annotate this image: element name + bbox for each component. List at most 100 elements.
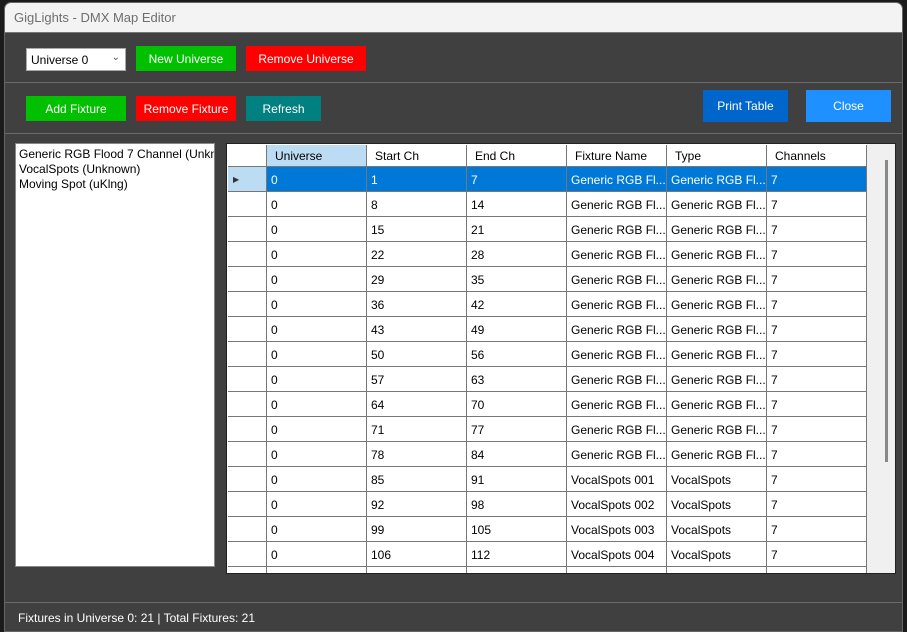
cell-universe[interactable]: 0 (267, 442, 367, 467)
cell-channels[interactable]: 7 (767, 292, 867, 317)
cell-universe[interactable]: 0 (267, 492, 367, 517)
cell-universe[interactable]: 0 (267, 292, 367, 317)
cell-universe[interactable]: 0 (267, 167, 367, 192)
cell-fixture-name[interactable]: Generic RGB Fl... (567, 267, 667, 292)
column-header-fixture-name[interactable]: Fixture Name (567, 145, 667, 167)
row-header[interactable] (228, 242, 267, 267)
cell-end-ch[interactable]: 77 (467, 417, 567, 442)
print-table-button[interactable]: Print Table (703, 90, 788, 122)
column-header-end-ch[interactable]: End Ch (467, 145, 567, 167)
cell-type[interactable] (667, 567, 767, 573)
cell-channels[interactable]: 7 (767, 342, 867, 367)
cell-fixture-name[interactable]: Generic RGB Fl... (567, 217, 667, 242)
cell-end-ch[interactable]: 98 (467, 492, 567, 517)
cell-start-ch[interactable]: 43 (367, 317, 467, 342)
cell-type[interactable]: Generic RGB Fl... (667, 417, 767, 442)
cell-universe[interactable] (267, 567, 367, 573)
cell-end-ch[interactable]: 28 (467, 242, 567, 267)
cell-universe[interactable]: 0 (267, 367, 367, 392)
cell-start-ch[interactable]: 64 (367, 392, 467, 417)
cell-channels[interactable]: 7 (767, 267, 867, 292)
remove-fixture-button[interactable]: Remove Fixture (136, 96, 236, 121)
table-row[interactable]: 0 50 56 Generic RGB Fl... Generic RGB Fl... 7 (228, 342, 867, 367)
cell-fixture-name[interactable]: Generic RGB Fl... (567, 417, 667, 442)
cell-start-ch[interactable]: 78 (367, 442, 467, 467)
cell-channels[interactable]: 7 (767, 217, 867, 242)
table-row[interactable]: 0 57 63 Generic RGB Fl... Generic RGB Fl... 7 (228, 367, 867, 392)
cell-channels[interactable]: 7 (767, 167, 867, 192)
row-header[interactable] (228, 567, 267, 573)
row-header[interactable] (228, 417, 267, 442)
row-header[interactable] (228, 317, 267, 342)
cell-start-ch[interactable]: 1 (367, 167, 467, 192)
new-universe-button[interactable]: New Universe (136, 46, 236, 71)
list-item[interactable]: VocalSpots (Unknown) (19, 162, 211, 177)
fixture-list[interactable]: Generic RGB Flood 7 Channel (Unknown) Vo… (15, 143, 215, 567)
cell-fixture-name[interactable] (567, 567, 667, 573)
cell-type[interactable]: VocalSpots (667, 492, 767, 517)
cell-fixture-name[interactable]: Generic RGB Fl... (567, 342, 667, 367)
cell-universe[interactable]: 0 (267, 392, 367, 417)
cell-fixture-name[interactable]: Generic RGB Fl... (567, 392, 667, 417)
row-header[interactable] (228, 367, 267, 392)
table-row[interactable]: 0 106 112 VocalSpots 004 VocalSpots 7 (228, 542, 867, 567)
cell-type[interactable]: Generic RGB Fl... (667, 292, 767, 317)
table-row[interactable]: 0 85 91 VocalSpots 001 VocalSpots 7 (228, 467, 867, 492)
cell-type[interactable]: Generic RGB Fl... (667, 217, 767, 242)
cell-universe[interactable]: 0 (267, 192, 367, 217)
column-header-type[interactable]: Type (667, 145, 767, 167)
close-button[interactable]: Close (806, 90, 891, 122)
cell-fixture-name[interactable]: VocalSpots 004 (567, 542, 667, 567)
remove-universe-button[interactable]: Remove Universe (246, 46, 366, 71)
cell-fixture-name[interactable]: Generic RGB Fl... (567, 367, 667, 392)
cell-start-ch[interactable]: 85 (367, 467, 467, 492)
cell-universe[interactable]: 0 (267, 342, 367, 367)
cell-universe[interactable]: 0 (267, 317, 367, 342)
cell-start-ch[interactable]: 50 (367, 342, 467, 367)
cell-channels[interactable]: 7 (767, 192, 867, 217)
cell-end-ch[interactable]: 56 (467, 342, 567, 367)
list-item[interactable]: Moving Spot (uKlng) (19, 177, 211, 192)
cell-fixture-name[interactable]: Generic RGB Fl... (567, 242, 667, 267)
column-header-start-ch[interactable]: Start Ch (367, 145, 467, 167)
cell-fixture-name[interactable]: Generic RGB Fl... (567, 317, 667, 342)
cell-channels[interactable]: 7 (767, 492, 867, 517)
row-header[interactable] (228, 292, 267, 317)
row-header[interactable] (228, 392, 267, 417)
cell-fixture-name[interactable]: VocalSpots 001 (567, 467, 667, 492)
cell-end-ch[interactable]: 35 (467, 267, 567, 292)
cell-start-ch[interactable] (367, 567, 467, 573)
cell-start-ch[interactable]: 71 (367, 417, 467, 442)
table-row[interactable] (228, 567, 867, 573)
cell-end-ch[interactable]: 14 (467, 192, 567, 217)
cell-type[interactable]: VocalSpots (667, 467, 767, 492)
cell-type[interactable]: VocalSpots (667, 517, 767, 542)
cell-fixture-name[interactable]: Generic RGB Fl... (567, 292, 667, 317)
row-header[interactable] (228, 192, 267, 217)
cell-end-ch[interactable]: 42 (467, 292, 567, 317)
row-header[interactable] (228, 467, 267, 492)
cell-universe[interactable]: 0 (267, 217, 367, 242)
cell-type[interactable]: Generic RGB Fl... (667, 317, 767, 342)
row-header[interactable] (228, 342, 267, 367)
table-row[interactable]: 0 92 98 VocalSpots 002 VocalSpots 7 (228, 492, 867, 517)
cell-end-ch[interactable]: 112 (467, 542, 567, 567)
cell-end-ch[interactable]: 49 (467, 317, 567, 342)
cell-type[interactable]: Generic RGB Fl... (667, 392, 767, 417)
cell-universe[interactable]: 0 (267, 417, 367, 442)
list-item[interactable]: Generic RGB Flood 7 Channel (Unknown) (19, 147, 214, 162)
table-row[interactable]: 0 78 84 Generic RGB Fl... Generic RGB Fl... 7 (228, 442, 867, 467)
cell-end-ch[interactable]: 21 (467, 217, 567, 242)
cell-channels[interactable]: 7 (767, 542, 867, 567)
cell-universe[interactable]: 0 (267, 242, 367, 267)
cell-end-ch[interactable]: 63 (467, 367, 567, 392)
cell-type[interactable]: Generic RGB Fl... (667, 167, 767, 192)
cell-channels[interactable] (767, 567, 867, 573)
vertical-scrollbar[interactable] (867, 144, 895, 573)
cell-channels[interactable]: 7 (767, 417, 867, 442)
column-header-universe[interactable]: Universe (267, 145, 367, 167)
cell-channels[interactable]: 7 (767, 317, 867, 342)
cell-start-ch[interactable]: 8 (367, 192, 467, 217)
table-row[interactable]: 0 64 70 Generic RGB Fl... Generic RGB Fl... 7 (228, 392, 867, 417)
row-header[interactable] (228, 542, 267, 567)
